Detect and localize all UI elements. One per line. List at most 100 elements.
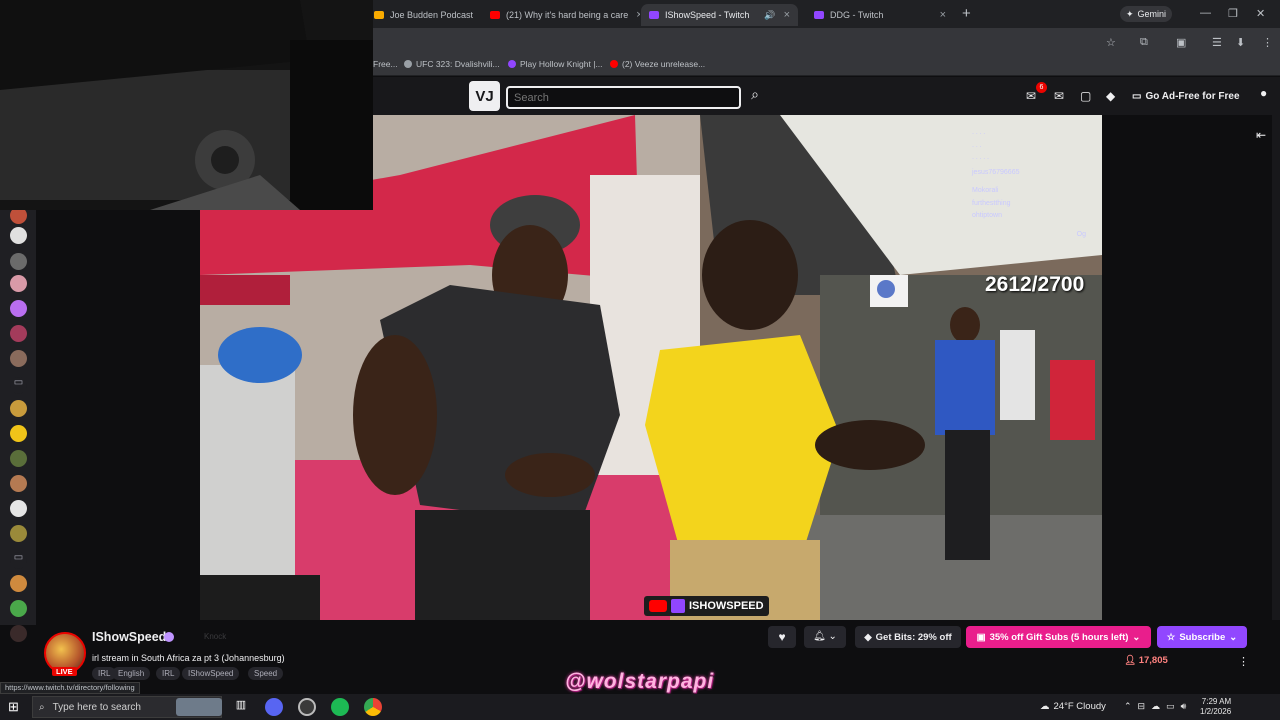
channel-avatar[interactable] (10, 450, 27, 467)
close-window-icon[interactable]: ✕ (1256, 7, 1265, 20)
obs-icon[interactable] (298, 698, 316, 716)
bookmark-item[interactable]: (2) Veeze unrelease... (610, 59, 705, 69)
mail-icon[interactable]: ✉ (1054, 89, 1064, 103)
channel-avatar[interactable] (10, 227, 27, 244)
youtube-icon (649, 600, 667, 612)
notification-bell-button[interactable]: 🔔︎ ⌄ (804, 626, 846, 648)
bits-icon[interactable]: ◆ (1106, 89, 1115, 103)
minimize-icon[interactable]: — (1200, 7, 1211, 19)
discord-icon[interactable] (265, 698, 283, 716)
chevron-down-icon: ⌄ (1229, 631, 1238, 643)
video-camera-icon[interactable]: ▭ (10, 552, 27, 569)
site-logo[interactable]: VJ (469, 81, 500, 111)
youtube-icon (610, 60, 618, 68)
webcam-overlay (0, 0, 373, 210)
download-icon[interactable]: ⬇ (1236, 36, 1245, 49)
weather-widget[interactable]: ☁ 24°F Cloudy (1040, 701, 1106, 712)
taskbar-clock[interactable]: 7:29 AM 1/2/2026 (1200, 697, 1231, 717)
video-camera-icon[interactable]: ▭ (10, 377, 27, 394)
close-icon[interactable]: × (628, 9, 640, 21)
search-icon[interactable]: ⌕ (744, 86, 766, 108)
tag-chip[interactable]: IRL (156, 667, 181, 680)
channel-avatar[interactable] (10, 300, 27, 317)
tag-chip[interactable]: Speed (248, 667, 284, 680)
tab-title: Joe Budden Podcast E (390, 10, 474, 20)
viewer-count-value: 17,805 (1138, 655, 1168, 666)
channel-avatar[interactable] (10, 350, 27, 367)
goal-counter: 2612/2700 (985, 273, 1085, 296)
channel-avatar[interactable] (10, 600, 27, 617)
tab-ddg-twitch[interactable]: DDG - Twitch × (806, 4, 954, 26)
channel-avatar[interactable] (10, 475, 27, 492)
channel-avatar[interactable] (10, 425, 27, 442)
tab-ishowspeed-twitch[interactable]: IShowSpeed - Twitch 🔊 × (641, 4, 798, 26)
tag-chip[interactable]: IShowSpeed (182, 667, 240, 680)
windows-start-icon[interactable]: ⊞ (8, 699, 19, 715)
youtube-icon (490, 11, 500, 19)
twitch-icon (814, 11, 824, 19)
bookmark-item[interactable]: Free... (373, 59, 398, 69)
gemini-button[interactable]: ✦ Gemini (1120, 6, 1173, 22)
channel-avatar[interactable] (10, 253, 27, 270)
inbox-icon[interactable]: ✉ (1026, 89, 1036, 103)
maximize-icon[interactable]: ❐ (1228, 7, 1238, 20)
subscribe-button[interactable]: ☆ Subscribe ⌄ (1157, 626, 1247, 648)
spotify-icon[interactable] (331, 698, 349, 716)
channel-name[interactable]: IShowSpeed (92, 630, 166, 644)
bookmark-item[interactable]: UFC 323: Dvalishvili... (404, 59, 500, 69)
channel-avatar[interactable] (10, 625, 27, 642)
status-bar-url: https://www.twitch.tv/directory/followin… (0, 682, 140, 694)
get-bits-button[interactable]: ◆ Get Bits: 29% off (855, 626, 961, 648)
whispers-icon[interactable]: ▢ (1080, 89, 1091, 103)
search-icon: ⌕ (39, 701, 45, 713)
menu-lines-icon[interactable]: ☰ (1212, 36, 1222, 49)
search-highlight-image[interactable] (176, 698, 222, 716)
new-tab-button[interactable]: + (962, 5, 971, 22)
channel-avatar[interactable] (10, 325, 27, 342)
bookmark-item[interactable]: Play Hollow Knight |... (508, 59, 603, 69)
user-avatar[interactable]: ● (1260, 86, 1267, 100)
channel-avatar[interactable] (10, 575, 27, 592)
notification-badge: 6 (1036, 82, 1047, 93)
knock-label: Knock (204, 632, 227, 641)
gift-subs-label: 35% off Gift Subs (5 hours left) (989, 631, 1129, 643)
webcam-feed (0, 0, 373, 210)
bookmark-label: (2) Veeze unrelease... (622, 59, 706, 69)
tab-joe-budden[interactable]: Joe Budden Podcast E × (366, 4, 474, 26)
streamer-watermark: @wolstarpapi (565, 670, 715, 693)
gift-subs-button[interactable]: ▣ 35% off Gift Subs (5 hours left) ⌄ (966, 626, 1151, 648)
scrollbar[interactable] (1272, 115, 1280, 620)
chrome-icon[interactable] (364, 698, 382, 716)
chat-line: jesus76796665 (972, 168, 1020, 176)
follow-heart-button[interactable]: ♥ (768, 626, 796, 648)
expand-chat-icon[interactable]: ⇤ (1256, 128, 1266, 142)
chat-line: furthestthing (972, 199, 1011, 207)
globe-icon (404, 60, 412, 68)
cloud-icon: ☁ (1040, 701, 1050, 712)
stream-title: irl stream in South Africa za pt 3 (Joha… (92, 653, 285, 663)
go-adfree-button[interactable]: ▭ Go Ad-Free for Free (1132, 85, 1240, 107)
twitch-icon (671, 599, 685, 613)
kebab-menu-icon[interactable]: ⋮ (1262, 36, 1273, 49)
channel-avatar[interactable] (10, 500, 27, 517)
channel-avatar[interactable] (10, 400, 27, 417)
adfree-label: Go Ad-Free for Free (1145, 90, 1240, 102)
close-icon[interactable]: × (932, 9, 946, 21)
speaker-icon[interactable]: 🔊 (764, 10, 775, 21)
tab-favicon (374, 11, 384, 19)
system-tray-icons[interactable]: ⌃⊟☁▭🔊︎ (1124, 701, 1192, 712)
tab-youtube-video[interactable]: (21) Why it's hard being a care × (482, 4, 640, 26)
task-view-icon[interactable]: ▥ (232, 698, 250, 716)
channel-avatar[interactable] (10, 525, 27, 542)
close-icon[interactable]: × (776, 9, 790, 21)
extensions-icon[interactable]: ⧉ (1140, 36, 1148, 49)
bookmark-star-icon[interactable]: ☆ (1106, 36, 1116, 49)
clock-time: 7:29 AM (1201, 697, 1232, 706)
bell-icon: 🔔︎ ⌄ (813, 631, 837, 642)
heart-icon: ♥ (778, 630, 786, 644)
search-input[interactable] (506, 86, 741, 109)
more-options-icon[interactable]: ⋮ (1238, 655, 1249, 668)
sidepanel-icon[interactable]: ▣ (1176, 36, 1186, 49)
tag-chip[interactable]: English (112, 667, 151, 680)
channel-avatar[interactable] (10, 275, 27, 292)
